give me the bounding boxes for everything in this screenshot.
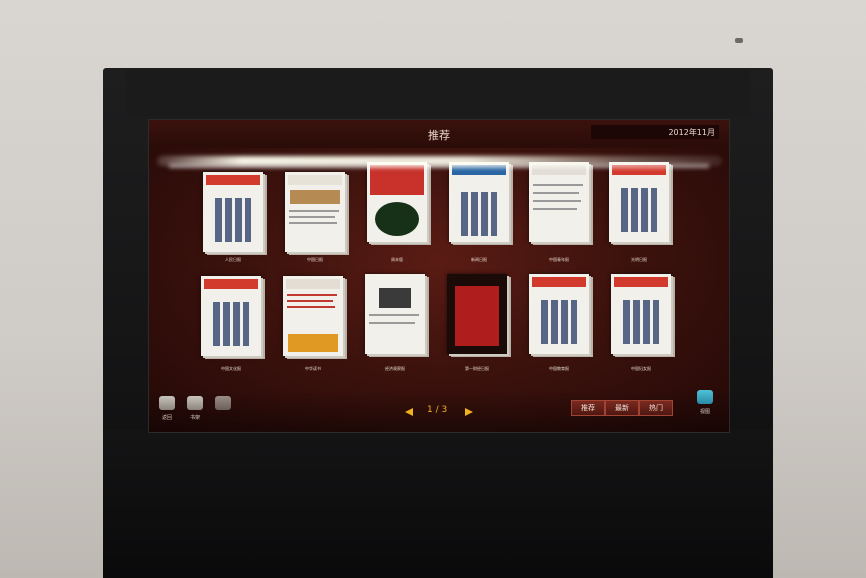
magazine-caption: 第一财经日报	[465, 366, 489, 371]
cover-header	[532, 277, 586, 287]
wall-mark	[735, 38, 743, 43]
cover-text-line	[533, 184, 583, 186]
magazine-cover[interactable]	[201, 276, 261, 356]
back-icon[interactable]	[159, 396, 175, 410]
cover-header	[288, 175, 342, 185]
magazine-caption: 光明日报	[631, 257, 647, 262]
magazine-cover[interactable]	[367, 162, 427, 242]
cover-text-line	[533, 192, 579, 194]
cover-text-line	[369, 322, 415, 324]
cover-photo-grid	[541, 300, 577, 344]
magazine-caption: 周末版	[391, 257, 403, 262]
kiosk-screen: 推荐 2012年11月 人民日报 中国日报 周末版 新闻日报 中国青年报 光明日…	[148, 119, 730, 433]
kiosk-top-bezel	[126, 70, 750, 116]
magazine-caption: 中国日报	[307, 257, 323, 262]
title-bar: 推荐 2012年11月	[149, 120, 729, 148]
cover-photo	[375, 202, 419, 236]
cover-text-line	[289, 222, 337, 224]
magazine-caption: 经济观察报	[385, 366, 405, 371]
magazine-caption: 新闻日报	[471, 257, 487, 262]
next-page-arrow-icon[interactable]	[465, 408, 473, 416]
cover-text-line	[287, 300, 333, 302]
cover-text-line	[533, 208, 577, 210]
cover-text-line	[287, 306, 335, 308]
cover-photo-grid	[621, 188, 657, 232]
cover-photo-grid	[461, 192, 497, 236]
blank-icon[interactable]	[215, 396, 231, 410]
cover-text-line	[289, 210, 339, 212]
magazine-caption: 中国青年报	[549, 257, 569, 262]
view-label: 视图	[699, 409, 710, 415]
magazine-caption: 中国文化报	[221, 366, 241, 371]
cover-header	[286, 279, 340, 289]
magazine-caption: 中国教育报	[549, 366, 569, 371]
back-label: 返回	[161, 415, 172, 421]
cover-photo-grid	[623, 300, 659, 344]
cover-photo	[379, 288, 411, 308]
date-display: 2012年11月	[668, 128, 715, 137]
bookshelf-icon[interactable]	[187, 396, 203, 410]
cover-photo-grid	[213, 302, 249, 346]
cover-photo	[288, 334, 338, 352]
cover-header	[370, 165, 424, 195]
magazine-cover[interactable]	[283, 276, 343, 356]
bookshelf-label: 书架	[189, 415, 200, 421]
cover-header	[204, 279, 258, 289]
magazine-cover[interactable]	[449, 162, 509, 242]
magazine-cover[interactable]	[611, 274, 671, 354]
cover-photo	[455, 286, 499, 346]
tab-latest[interactable]: 最新	[605, 400, 639, 416]
magazine-caption: 中华读书	[305, 366, 321, 371]
cover-header	[206, 175, 260, 185]
magazine-cover[interactable]	[609, 162, 669, 242]
magazine-cover[interactable]	[529, 162, 589, 242]
screen-glare-line	[169, 164, 709, 168]
cover-photo	[290, 190, 340, 204]
tab-recommend[interactable]: 推荐	[571, 400, 605, 416]
magazine-caption: 中国妇女报	[631, 366, 651, 371]
prev-page-arrow-icon[interactable]	[405, 408, 413, 416]
kiosk-base	[103, 430, 773, 578]
magazine-cover[interactable]	[203, 172, 263, 252]
cover-text-line	[287, 294, 337, 296]
magazine-cover[interactable]	[285, 172, 345, 252]
cover-photo-grid	[215, 198, 251, 242]
magazine-cover[interactable]	[365, 274, 425, 354]
cover-text-line	[369, 314, 419, 316]
magazine-caption: 人民日报	[225, 257, 241, 262]
view-icon[interactable]	[697, 390, 713, 404]
cover-text-line	[289, 216, 335, 218]
cover-text-line	[533, 200, 581, 202]
tab-popular[interactable]: 热门	[639, 400, 673, 416]
page-indicator: 1 / 3	[427, 405, 448, 415]
magazine-cover[interactable]	[447, 274, 507, 354]
cover-header	[614, 277, 668, 287]
magazine-cover[interactable]	[529, 274, 589, 354]
